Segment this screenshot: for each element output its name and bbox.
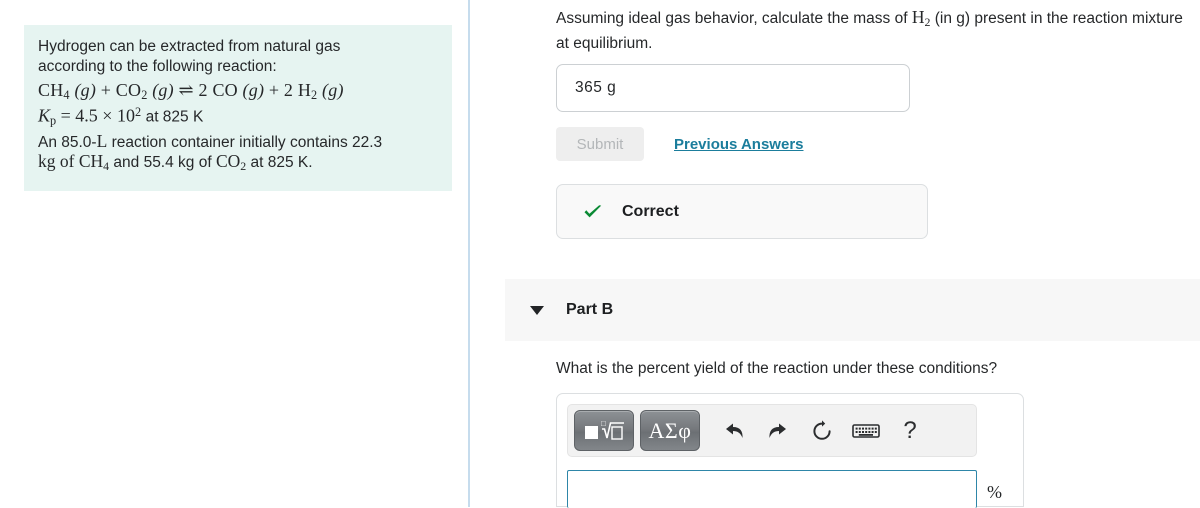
equilibrium-constant-line: Kp = 4.5 × 102 at 825 K: [38, 105, 442, 129]
help-button[interactable]: ?: [888, 411, 932, 450]
part-a-feedback-box: Correct: [556, 184, 928, 239]
equilibrium-arrow-icon: ⇌: [178, 80, 194, 100]
part-b-answer-widget: □ ΑΣφ ? %: [556, 393, 1024, 508]
part-a-question-text: Assuming ideal gas behavior, calculate t…: [556, 7, 1183, 52]
submit-button[interactable]: Submit: [556, 127, 644, 161]
check-icon: [583, 204, 603, 220]
formula-co2: CO2: [215, 151, 247, 174]
mass-prefix: kg of: [38, 151, 79, 172]
math-template-button[interactable]: □: [574, 410, 634, 451]
part-a-answer-field[interactable]: 365 g: [556, 64, 910, 112]
reactant-co2: CO2: [115, 80, 148, 103]
state-label: (g): [152, 80, 174, 100]
part-b-question-text: What is the percent yield of the reactio…: [556, 360, 998, 377]
kp-temperature: at 825 K: [145, 108, 204, 126]
kp-subscript: p: [50, 113, 57, 128]
coefficient-h2: 2: [283, 80, 294, 100]
volume-unit: L: [96, 130, 108, 151]
math-toolbar: □ ΑΣφ ?: [567, 404, 977, 457]
multiply-sign: ×: [102, 105, 113, 126]
part-b-unit-label: %: [987, 482, 1002, 502]
answer-panel: Assuming ideal gas behavior, calculate t…: [472, 0, 1200, 508]
kp-exponent: 2: [134, 105, 142, 120]
keyboard-icon[interactable]: [844, 411, 888, 450]
part-a-answer-value: 365 g: [575, 79, 617, 96]
problem-panel: Hydrogen can be extracted from natural g…: [0, 0, 470, 507]
kp-base: 10: [116, 105, 135, 126]
product-h2: H2: [297, 80, 318, 103]
formula-ch4: CH4: [78, 151, 110, 174]
plus-sign-2: +: [268, 80, 280, 100]
reactant-ch4: CH4: [38, 80, 70, 103]
problem-statement-card: Hydrogen can be extracted from natural g…: [24, 25, 452, 191]
problem-intro-line-2: according to the following reaction:: [38, 57, 277, 75]
reaction-equation: CH4 (g) + CO2 (g) ⇌ 2 CO (g) + 2 H2 (g): [38, 80, 442, 103]
undo-arrow-icon[interactable]: [712, 411, 756, 450]
greek-symbols-button[interactable]: ΑΣφ: [640, 410, 700, 451]
state-label: (g): [322, 80, 344, 100]
coefficient-co: 2: [198, 80, 208, 100]
svg-text:□: □: [601, 419, 606, 428]
previous-answers-link[interactable]: Previous Answers: [674, 136, 804, 153]
part-a-action-row: Submit Previous Answers: [556, 127, 804, 161]
redo-arrow-icon[interactable]: [756, 411, 800, 450]
problem-conditions-line-1: An 85.0-L reaction container initially c…: [38, 130, 383, 151]
kp-value: = 4.5: [60, 105, 98, 126]
formula-h2: H2: [911, 7, 931, 29]
product-co: CO: [212, 80, 238, 100]
part-b-answer-input[interactable]: [567, 470, 977, 508]
chevron-down-icon[interactable]: [530, 305, 544, 315]
kp-symbol: K: [38, 105, 51, 126]
help-label: ?: [903, 416, 917, 444]
part-b-header[interactable]: Part B: [505, 279, 1200, 341]
problem-intro-line-1: Hydrogen can be extracted from natural g…: [38, 38, 341, 55]
feedback-label: Correct: [622, 202, 679, 220]
part-b-title: Part B: [566, 301, 614, 318]
plus-sign-1: +: [100, 80, 112, 100]
problem-conditions-line-2: kg of CH4 and 55.4 kg of CO2 at 825 K.: [38, 151, 313, 174]
state-label: (g): [74, 80, 97, 100]
reset-circle-icon[interactable]: [800, 411, 844, 450]
state-label: (g): [242, 80, 265, 100]
